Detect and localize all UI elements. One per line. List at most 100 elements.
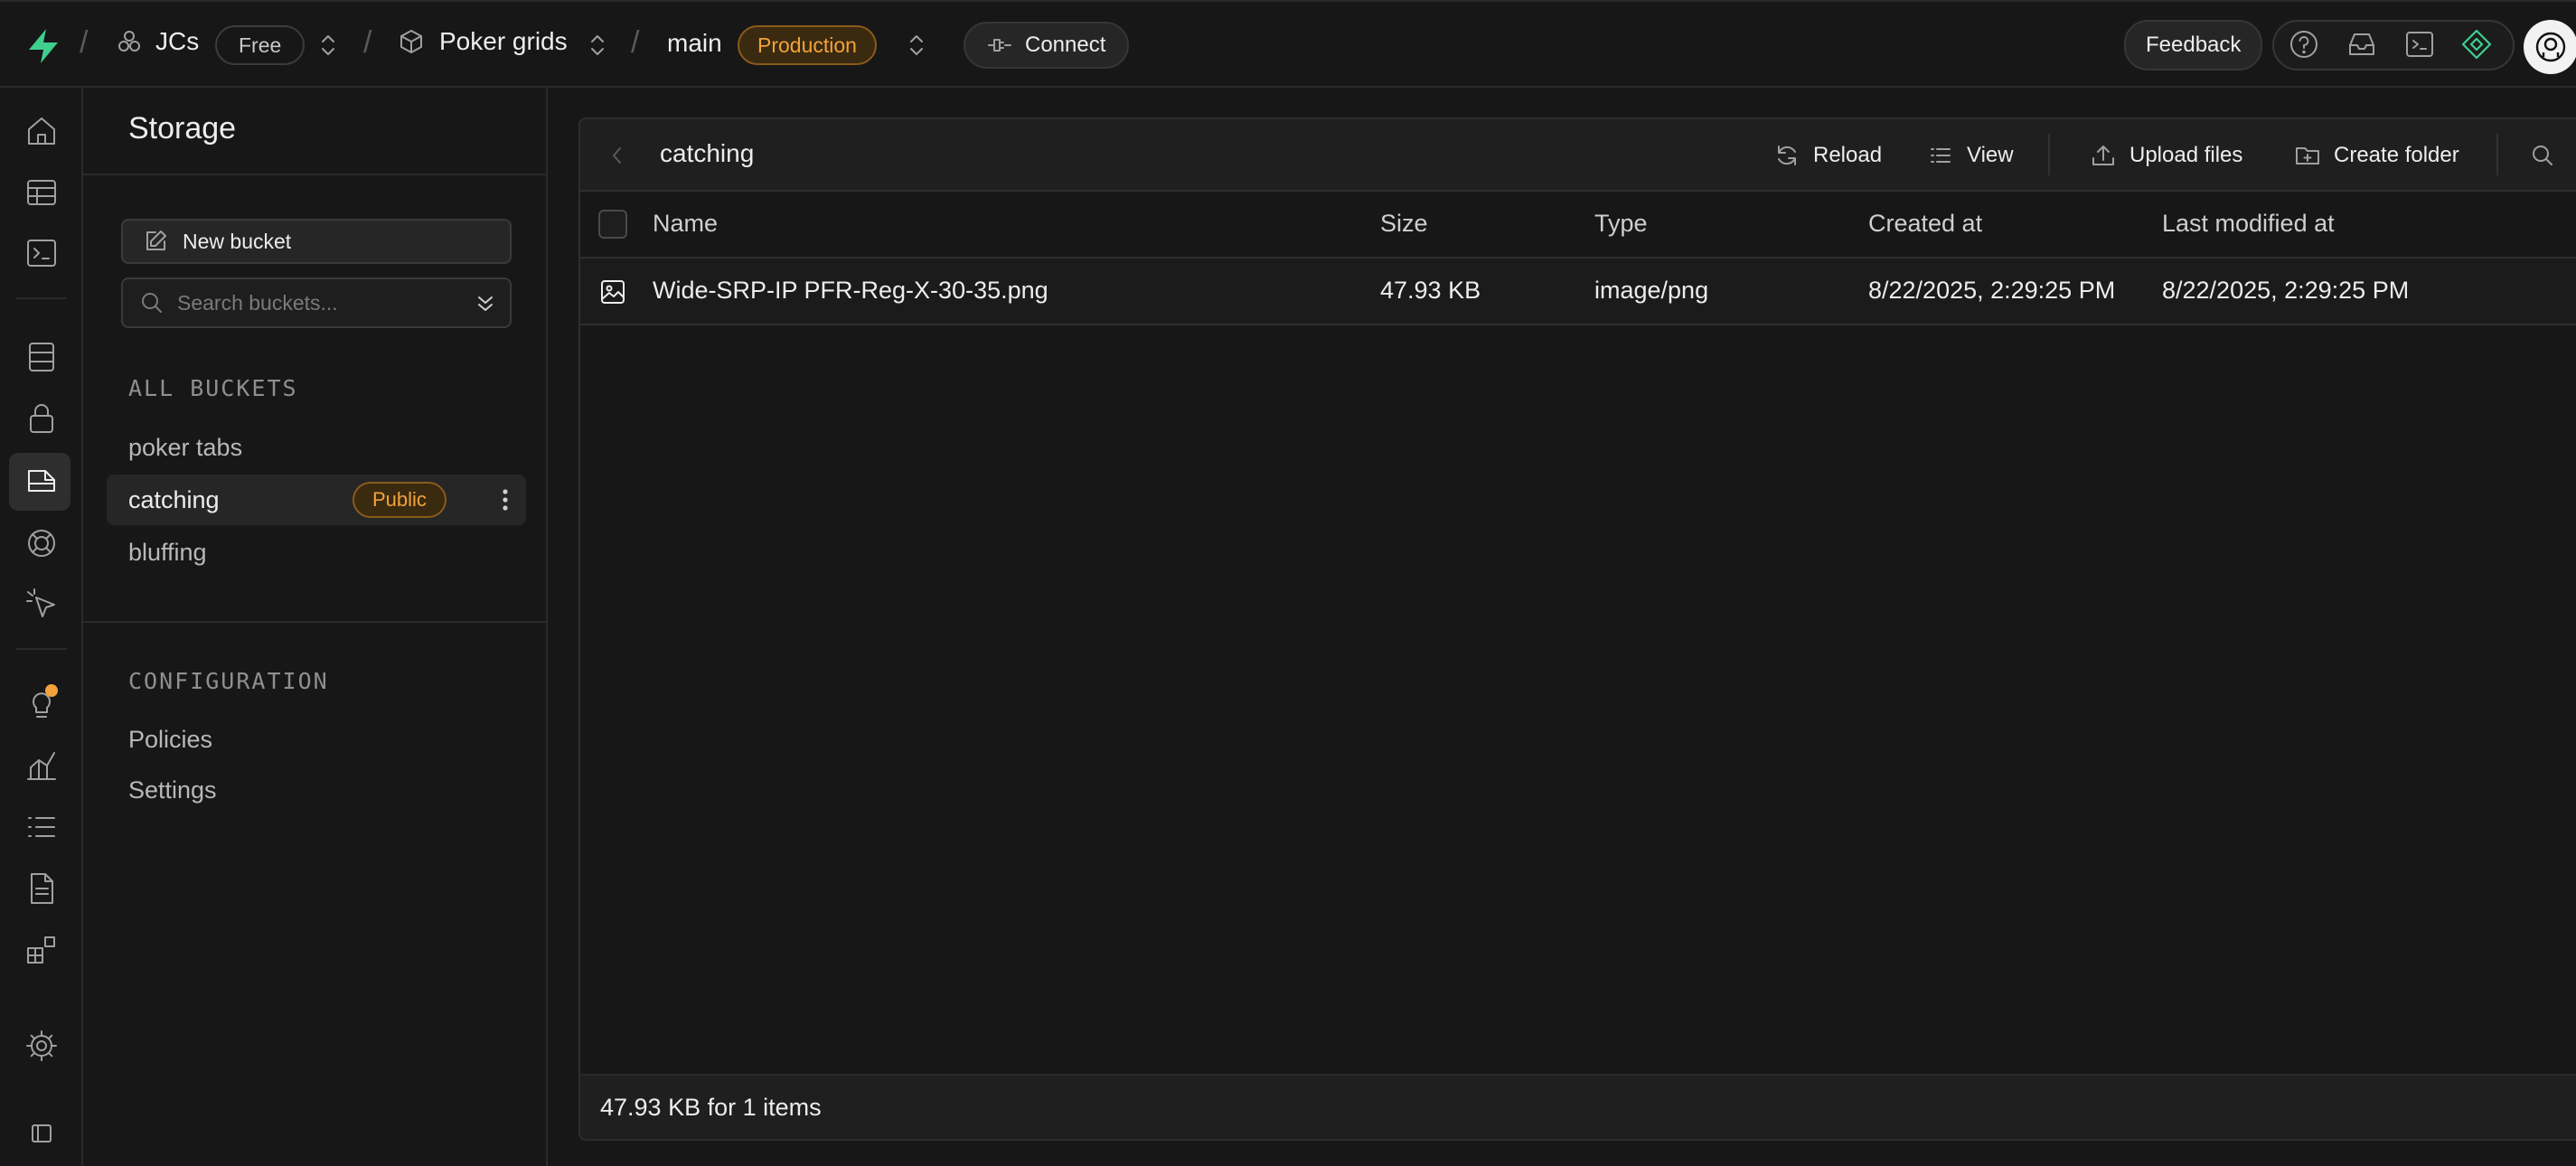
logs-list-icon[interactable] (24, 809, 60, 845)
edge-functions-icon[interactable] (24, 587, 60, 623)
realtime-icon[interactable] (24, 525, 60, 561)
toolbar-divider (2048, 134, 2050, 175)
view-button[interactable]: View (1927, 137, 2014, 174)
notification-dot (45, 684, 58, 697)
cube-icon (400, 30, 422, 53)
bucket-item-poker-tabs[interactable]: poker tabs (107, 422, 526, 473)
branch-switch-chevrons-icon[interactable] (907, 32, 926, 59)
connect-label: Connect (1025, 33, 1106, 57)
search-files-icon[interactable] (2529, 142, 2556, 169)
reload-icon (1778, 146, 1796, 165)
help-icon[interactable] (2289, 29, 2319, 60)
public-badge: Public (353, 482, 447, 518)
feedback-button[interactable]: Feedback (2124, 20, 2263, 71)
org-icon (118, 31, 140, 52)
home-icon[interactable] (24, 113, 60, 149)
terminal-icon[interactable] (2404, 29, 2435, 60)
file-type: image/png (1594, 277, 1709, 304)
integrations-icon[interactable] (24, 932, 60, 968)
sidebar-toggle-icon[interactable] (24, 1114, 60, 1151)
table-row[interactable]: Wide-SRP-IP PFR-Reg-X-30-35.png 47.93 KB… (580, 259, 2576, 325)
column-header-size[interactable]: Size (1380, 210, 1428, 238)
sql-editor-icon[interactable] (24, 235, 60, 271)
sidebar-title: Storage (128, 111, 237, 146)
bucket-item-catching[interactable]: catching Public (107, 475, 526, 525)
sort-chevrons-icon[interactable] (474, 292, 497, 315)
edit-icon (146, 230, 166, 250)
project-switch-chevrons-icon[interactable] (588, 32, 607, 59)
table-editor-icon[interactable] (24, 174, 60, 211)
settings-gear-icon[interactable] (24, 1028, 60, 1064)
bucket-name: bluffing (128, 538, 207, 566)
view-label: View (1967, 143, 2014, 167)
feedback-label: Feedback (2146, 33, 2242, 57)
api-docs-icon[interactable] (24, 870, 60, 907)
divider (83, 621, 546, 623)
branch-name[interactable]: main (667, 29, 722, 58)
new-bucket-label: New bucket (183, 229, 292, 253)
advisors-lightbulb-icon[interactable] (24, 684, 60, 722)
plan-badge: Free (215, 25, 306, 65)
rail-divider (16, 297, 67, 299)
back-chevron-icon[interactable] (609, 144, 625, 167)
settings-link[interactable]: Settings (128, 776, 217, 804)
storage-sidebar: Storage New bucket Search buckets... ALL… (83, 88, 548, 1166)
column-header-created[interactable]: Created at (1868, 210, 1982, 238)
environment-badge: Production (738, 25, 877, 65)
lock-icon[interactable] (24, 400, 60, 437)
storage-icon[interactable] (24, 464, 60, 500)
project-name: Poker grids (439, 27, 568, 55)
project-selector[interactable]: Poker grids (398, 27, 568, 56)
inbox-icon[interactable] (2346, 29, 2377, 60)
policies-link[interactable]: Policies (128, 726, 212, 754)
org-selector[interactable]: JCs (116, 27, 199, 56)
bucket-name: poker tabs (128, 433, 243, 461)
upload-icon (2092, 146, 2114, 165)
assistant-icon[interactable] (2460, 28, 2493, 61)
new-bucket-button[interactable]: New bucket (121, 219, 512, 264)
file-created-at: 8/22/2025, 2:29:25 PM (1868, 277, 2116, 304)
bucket-name: catching (128, 485, 220, 513)
file-modified-at: 8/22/2025, 2:29:25 PM (2162, 277, 2410, 304)
more-options-icon[interactable] (501, 487, 510, 512)
image-file-icon (601, 280, 625, 304)
divider (83, 174, 546, 175)
configuration-heading: CONFIGURATION (128, 668, 329, 694)
plug-icon (988, 39, 1011, 52)
all-buckets-heading: ALL BUCKETS (128, 375, 298, 401)
avatar[interactable] (2524, 20, 2576, 74)
breadcrumb-separator: / (363, 25, 372, 60)
supabase-logo-icon[interactable] (25, 27, 61, 65)
column-header-type[interactable]: Type (1594, 210, 1648, 238)
bucket-item-bluffing[interactable]: bluffing (107, 527, 526, 578)
org-switch-chevrons-icon[interactable] (318, 32, 338, 59)
create-folder-button[interactable]: Create folder (2294, 137, 2459, 174)
search-buckets-input[interactable]: Search buckets... (121, 277, 512, 328)
nav-rail (0, 88, 83, 1166)
search-icon (142, 293, 162, 313)
top-bar: / JCs Free / Poker grids / main Producti… (0, 0, 2576, 88)
column-header-modified[interactable]: Last modified at (2162, 210, 2335, 238)
file-size: 47.93 KB (1380, 277, 1481, 304)
search-placeholder: Search buckets... (177, 290, 338, 315)
toolbar-divider (2496, 134, 2498, 175)
org-name: JCs (155, 27, 200, 55)
table-header: Name Size Type Created at Last modified … (580, 192, 2576, 259)
current-folder-name: catching (660, 139, 755, 167)
reports-chart-icon[interactable] (24, 748, 60, 784)
list-view-icon (1931, 148, 1951, 163)
storage-summary: 47.93 KB for 1 items (600, 1094, 822, 1121)
reload-button[interactable]: Reload (1773, 137, 1882, 174)
select-all-checkbox[interactable] (598, 210, 627, 239)
breadcrumb-separator: / (631, 25, 640, 60)
breadcrumb-separator: / (80, 25, 89, 60)
user-icon (2535, 32, 2566, 62)
folder-plus-icon (2296, 147, 2319, 165)
connect-button[interactable]: Connect (964, 22, 1130, 69)
rail-divider (16, 648, 67, 650)
reload-label: Reload (1813, 143, 1883, 167)
explorer-toolbar: catching Reload View Upload files Create… (580, 119, 2576, 192)
column-header-name[interactable]: Name (653, 210, 718, 238)
upload-files-button[interactable]: Upload files (2090, 137, 2242, 174)
database-icon[interactable] (24, 339, 60, 375)
